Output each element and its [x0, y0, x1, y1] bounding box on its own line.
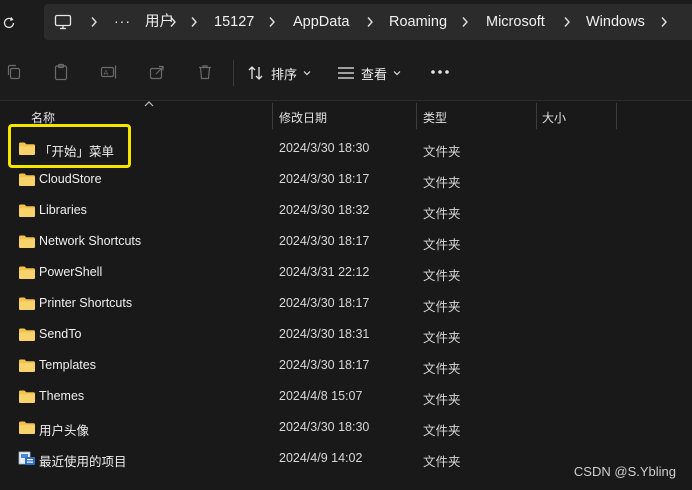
- file-type: 文件夹: [423, 269, 461, 283]
- breadcrumb-user-folder[interactable]: 15127: [214, 13, 254, 31]
- view-label: 查看: [361, 66, 388, 82]
- file-name[interactable]: Themes: [39, 389, 84, 403]
- file-row[interactable]: 用户头像 2024/3/30 18:30 文件夹: [0, 412, 692, 443]
- column-divider[interactable]: [536, 103, 537, 129]
- command-bar: A 排序 查看: [0, 44, 692, 101]
- column-divider[interactable]: [616, 103, 617, 129]
- file-modified-date: 2024/4/9 14:02: [279, 451, 363, 465]
- chevron-right-icon[interactable]: [364, 15, 376, 29]
- file-name[interactable]: Network Shortcuts: [39, 234, 141, 248]
- address-field[interactable]: ··· 用户 15127 AppData Roaming Microsoft W…: [44, 4, 692, 40]
- folder-icon: [18, 203, 36, 218]
- file-modified-date: 2024/3/30 18:17: [279, 358, 370, 372]
- file-row[interactable]: Libraries 2024/3/30 18:32 文件夹: [0, 195, 692, 226]
- svg-text:A: A: [104, 69, 109, 77]
- file-row[interactable]: Templates 2024/3/30 18:17 文件夹: [0, 350, 692, 381]
- file-name[interactable]: Libraries: [39, 203, 87, 217]
- file-name[interactable]: PowerShell: [39, 265, 102, 279]
- file-modified-date: 2024/3/30 18:31: [279, 327, 370, 341]
- breadcrumb-users[interactable]: 用户: [145, 13, 174, 31]
- file-type: 文件夹: [423, 207, 461, 221]
- breadcrumb-microsoft[interactable]: Microsoft: [486, 13, 545, 31]
- file-type: 文件夹: [423, 300, 461, 314]
- highlight-annotation: [8, 124, 131, 168]
- file-row[interactable]: SendTo 2024/3/30 18:31 文件夹: [0, 319, 692, 350]
- file-name[interactable]: 最近使用的项目: [39, 451, 127, 470]
- chevron-right-icon[interactable]: [459, 15, 471, 29]
- file-row[interactable]: Themes 2024/4/8 15:07 文件夹: [0, 381, 692, 412]
- refresh-button[interactable]: [0, 12, 18, 34]
- breadcrumb-overflow[interactable]: ···: [114, 13, 131, 29]
- breadcrumb-appdata[interactable]: AppData: [293, 13, 349, 31]
- file-modified-date: 2024/3/30 18:17: [279, 172, 370, 186]
- recent-items-icon: [18, 451, 36, 466]
- breadcrumb-roaming[interactable]: Roaming: [389, 13, 447, 31]
- refresh-icon: [3, 17, 15, 29]
- sort-label: 排序: [271, 66, 298, 82]
- share-icon[interactable]: [147, 62, 167, 82]
- chevron-right-icon[interactable]: [188, 15, 200, 29]
- file-type: 文件夹: [423, 176, 461, 190]
- sort-icon: [248, 66, 263, 80]
- chevron-right-icon[interactable]: [88, 15, 100, 29]
- file-row[interactable]: PowerShell 2024/3/31 22:12 文件夹: [0, 257, 692, 288]
- column-divider[interactable]: [272, 103, 273, 129]
- chevron-right-icon[interactable]: [658, 15, 670, 29]
- watermark: CSDN @S.Ybling: [573, 464, 676, 479]
- folder-icon: [18, 389, 36, 404]
- chevron-right-icon[interactable]: [266, 15, 278, 29]
- file-name[interactable]: CloudStore: [39, 172, 102, 186]
- sort-button[interactable]: 排序: [247, 60, 311, 86]
- file-modified-date: 2024/3/30 18:17: [279, 234, 370, 248]
- chevron-right-icon[interactable]: [561, 15, 573, 29]
- folder-icon: [18, 358, 36, 373]
- file-row[interactable]: CloudStore 2024/3/30 18:17 文件夹: [0, 164, 692, 195]
- column-header-type[interactable]: 类型: [423, 109, 447, 126]
- file-name[interactable]: Templates: [39, 358, 96, 372]
- file-modified-date: 2024/3/30 18:17: [279, 296, 370, 310]
- file-name[interactable]: SendTo: [39, 327, 81, 341]
- column-divider[interactable]: [416, 103, 417, 129]
- this-pc-icon[interactable]: [54, 14, 72, 30]
- file-modified-date: 2024/3/30 18:32: [279, 203, 370, 217]
- file-type: 文件夹: [423, 424, 461, 438]
- chevron-down-icon: [393, 71, 401, 76]
- file-type: 文件夹: [423, 331, 461, 345]
- folder-icon: [18, 234, 36, 249]
- folder-icon: [18, 327, 36, 342]
- file-modified-date: 2024/3/30 18:30: [279, 141, 370, 155]
- paste-icon[interactable]: [51, 62, 71, 82]
- folder-icon: [18, 296, 36, 311]
- file-explorer-window: ··· 用户 15127 AppData Roaming Microsoft W…: [0, 0, 692, 490]
- file-type: 文件夹: [423, 362, 461, 376]
- address-bar-area: ··· 用户 15127 AppData Roaming Microsoft W…: [0, 0, 692, 44]
- folder-icon: [18, 172, 36, 187]
- file-type: 文件夹: [423, 393, 461, 407]
- file-type: 文件夹: [423, 238, 461, 252]
- file-name[interactable]: 用户头像: [39, 420, 89, 439]
- file-name[interactable]: Printer Shortcuts: [39, 296, 132, 310]
- chevron-down-icon: [303, 71, 311, 76]
- sort-ascending-icon: [144, 101, 154, 107]
- column-header-size[interactable]: 大小: [542, 109, 566, 126]
- file-modified-date: 2024/3/31 22:12: [279, 265, 370, 279]
- folder-icon: [18, 265, 36, 280]
- copy-icon[interactable]: [4, 62, 24, 82]
- more-options-icon[interactable]: [430, 64, 450, 80]
- file-type: 文件夹: [423, 145, 461, 159]
- toolbar-divider: [233, 60, 234, 86]
- folder-icon: [18, 420, 36, 435]
- column-header-date[interactable]: 修改日期: [279, 109, 327, 126]
- delete-icon[interactable]: [195, 62, 215, 82]
- file-type: 文件夹: [423, 455, 461, 469]
- file-row[interactable]: Network Shortcuts 2024/3/30 18:17 文件夹: [0, 226, 692, 257]
- rename-icon[interactable]: A: [99, 62, 119, 82]
- file-modified-date: 2024/3/30 18:30: [279, 420, 370, 434]
- view-button[interactable]: 查看: [337, 60, 401, 86]
- view-list-icon: [338, 67, 354, 79]
- breadcrumb-windows[interactable]: Windows: [586, 13, 645, 31]
- file-row[interactable]: Printer Shortcuts 2024/3/30 18:17 文件夹: [0, 288, 692, 319]
- file-modified-date: 2024/4/8 15:07: [279, 389, 363, 403]
